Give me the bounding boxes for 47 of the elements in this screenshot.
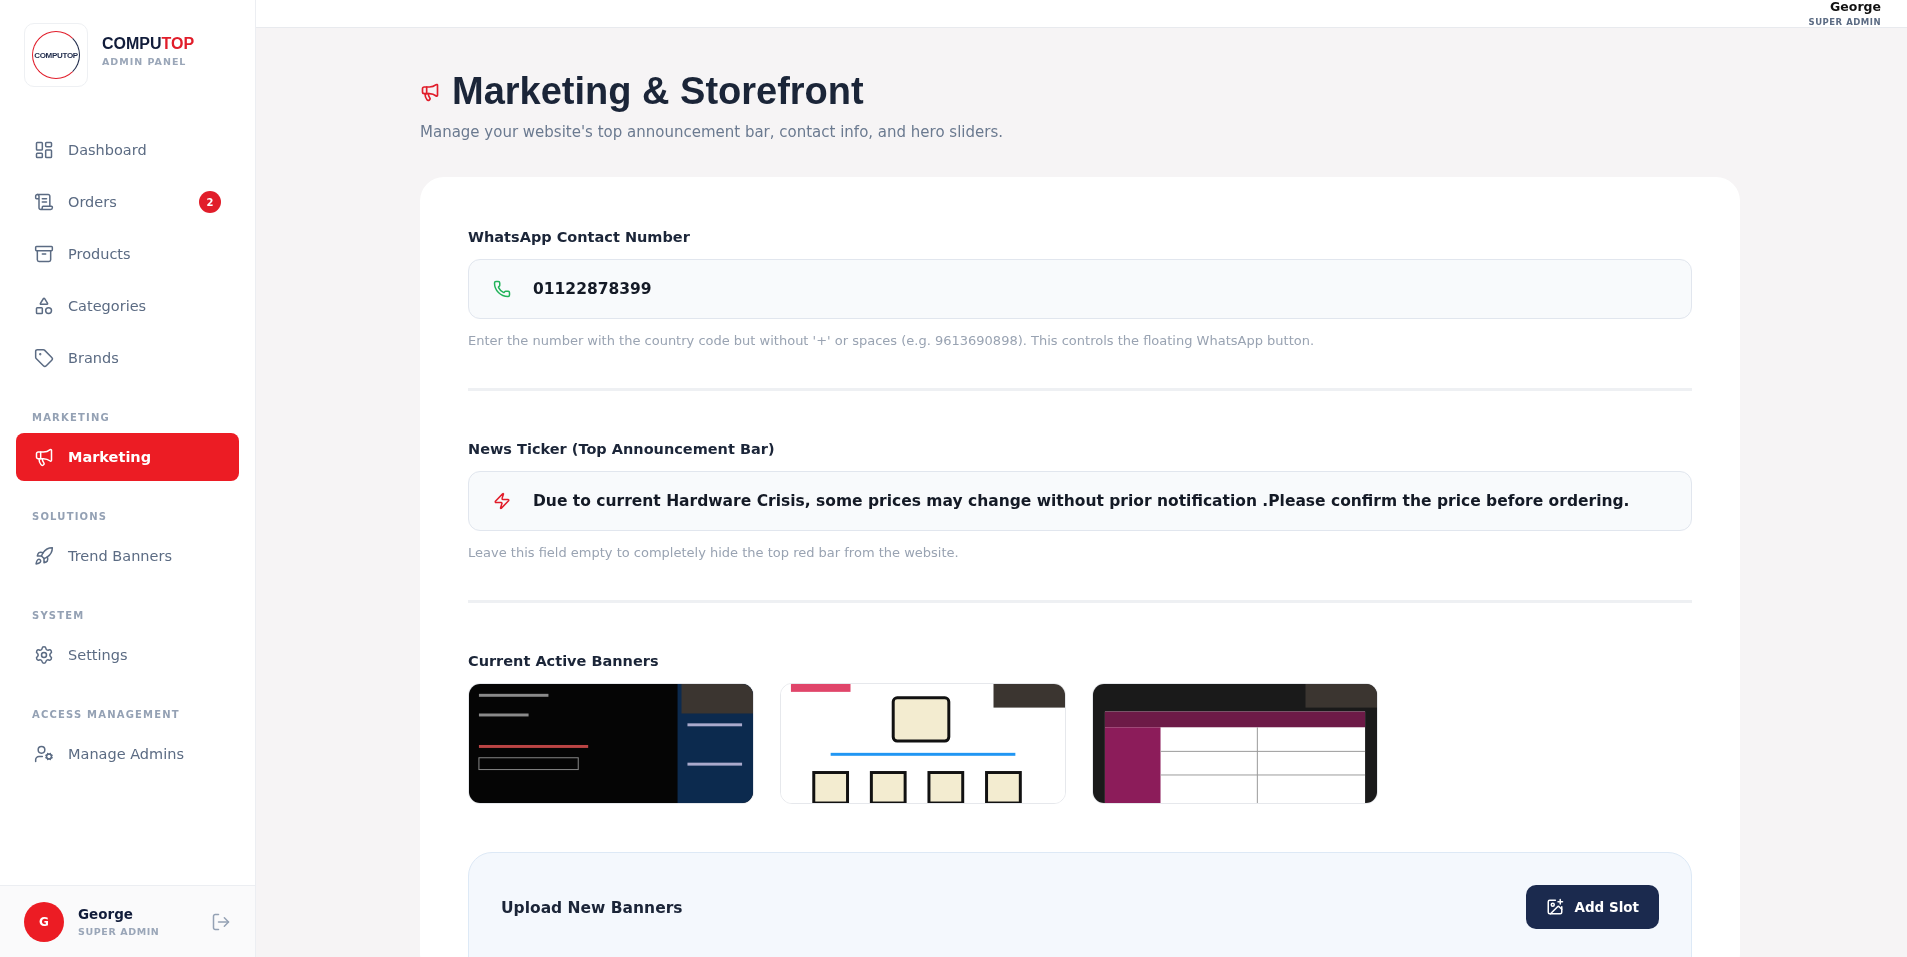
tag-icon (34, 348, 54, 368)
add-slot-button[interactable]: Add Slot (1526, 885, 1659, 929)
nav-section-label: MARKETING (31, 411, 111, 425)
receipt-icon (34, 192, 54, 212)
section-title: Upload New Banners (501, 899, 683, 917)
section-title: Current Active Banners (468, 653, 660, 669)
logout-button[interactable] (211, 911, 231, 932)
field-hint: Leave this field empty to completely hide the top red bar from the website. (468, 545, 960, 560)
archive-icon (34, 244, 54, 264)
user-name: George (78, 906, 133, 922)
page-title: Marketing & Storefront (452, 70, 864, 113)
nav-item[interactable]: Settings (16, 631, 239, 679)
nav-item[interactable]: Products (16, 230, 239, 278)
logo: COMPUTOP (24, 23, 88, 87)
nav-item[interactable]: Brands (16, 334, 239, 382)
megaphone-icon (420, 81, 440, 102)
nav-item[interactable]: Manage Admins (16, 730, 239, 778)
user-role: SUPER ADMIN (78, 926, 160, 937)
nav-section-label: SOLUTIONS (31, 510, 109, 524)
brand-name: COMPUTOP (102, 35, 195, 53)
phone-field[interactable]: 01122878399 (468, 259, 1692, 319)
nav-section-label: ACCESS MANAGEMENT (31, 708, 181, 722)
rocket-icon (34, 546, 54, 566)
user-name: George (1830, 0, 1881, 14)
field-hint: Enter the number with the country code but without '+' or spaces (e.g. 9613690898). This controls the floating WhatsApp button. (468, 333, 1316, 348)
field-label: News Ticker (Top Announcement Bar) (468, 441, 776, 457)
nav-item[interactable]: Dashboard (16, 126, 239, 174)
user-gear-icon (34, 744, 54, 764)
count-badge: 2 (199, 191, 221, 213)
settings-icon (34, 645, 54, 665)
add-image-icon (1546, 898, 1565, 916)
phone-icon (493, 280, 511, 298)
page-subtitle: Manage your website's top announcement bar, contact info, and hero sliders. (420, 123, 1005, 141)
nav-item[interactable]: Orders 2 (16, 178, 239, 226)
nav-item[interactable]: Categories (16, 282, 239, 330)
megaphone-icon (34, 447, 54, 467)
ticker-field[interactable]: Due to current Hardware Crisis, some prices may change without prior notification .Please confirm the price before ordering. (468, 471, 1692, 531)
nav-section-label: SYSTEM (31, 609, 86, 623)
user-role: SUPER ADMIN (1808, 17, 1881, 27)
dashboard-icon (34, 140, 54, 160)
shapes-icon (34, 296, 54, 316)
brand-subtitle: ADMIN PANEL (102, 56, 188, 67)
lightning-icon (493, 492, 511, 510)
avatar: G (24, 901, 64, 942)
nav-item[interactable]: Trend Banners (16, 532, 239, 580)
field-label: WhatsApp Contact Number (468, 229, 691, 245)
nav-item[interactable]: Marketing (16, 433, 239, 481)
